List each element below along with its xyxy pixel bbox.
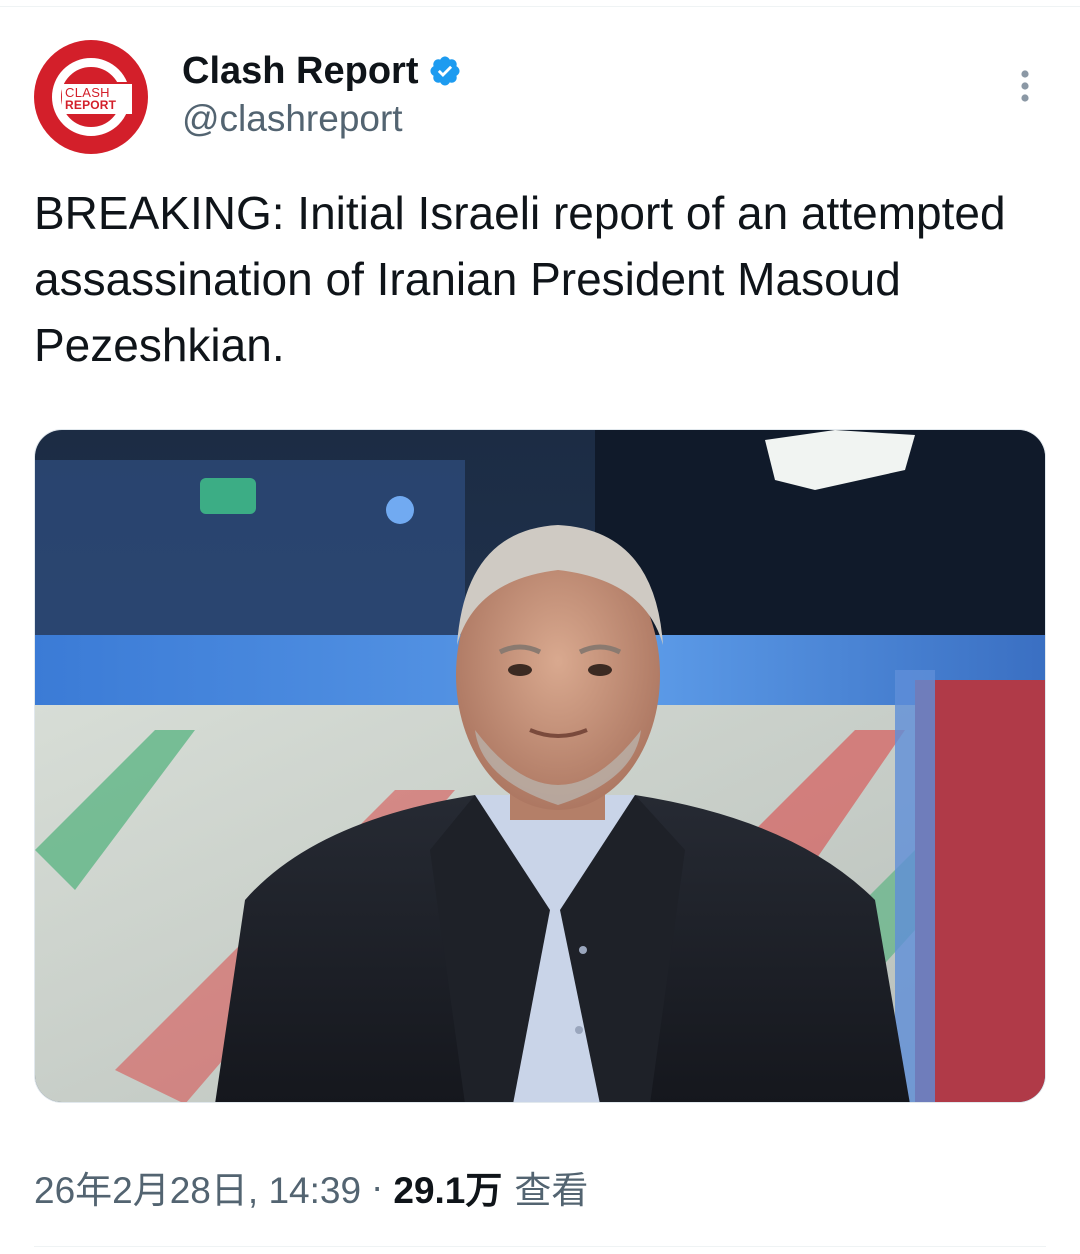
avatar[interactable]: CLASH REPORT [34,40,148,154]
name-row: Clash Report [182,46,462,96]
top-divider [0,6,1080,7]
avatar-logo-text-2: REPORT [65,98,117,112]
photo-illustration [35,430,1045,1102]
views-count[interactable]: 29.1万 [393,1160,502,1214]
views-label: 查看 [514,1170,589,1211]
footer-separator: · [371,1166,384,1207]
user-handle[interactable]: @clashreport [182,96,403,142]
tweet-header: CLASH REPORT Clash Report @clashreport [34,40,1046,156]
verified-badge-icon [428,54,462,88]
tweet-photo[interactable] [34,429,1046,1103]
tweet-text: BREAKING: Initial Israeli report of an a… [34,187,1006,371]
more-options-button[interactable] [1010,66,1040,106]
bottom-divider [34,1246,1046,1247]
tweet-footer: 26年2月28日, 14:39 · 29.1万 查看 [34,1160,588,1214]
more-vertical-icon [1021,70,1029,102]
display-name[interactable]: Clash Report [182,48,418,94]
timestamp[interactable]: 26年2月28日, 14:39 [34,1160,361,1214]
